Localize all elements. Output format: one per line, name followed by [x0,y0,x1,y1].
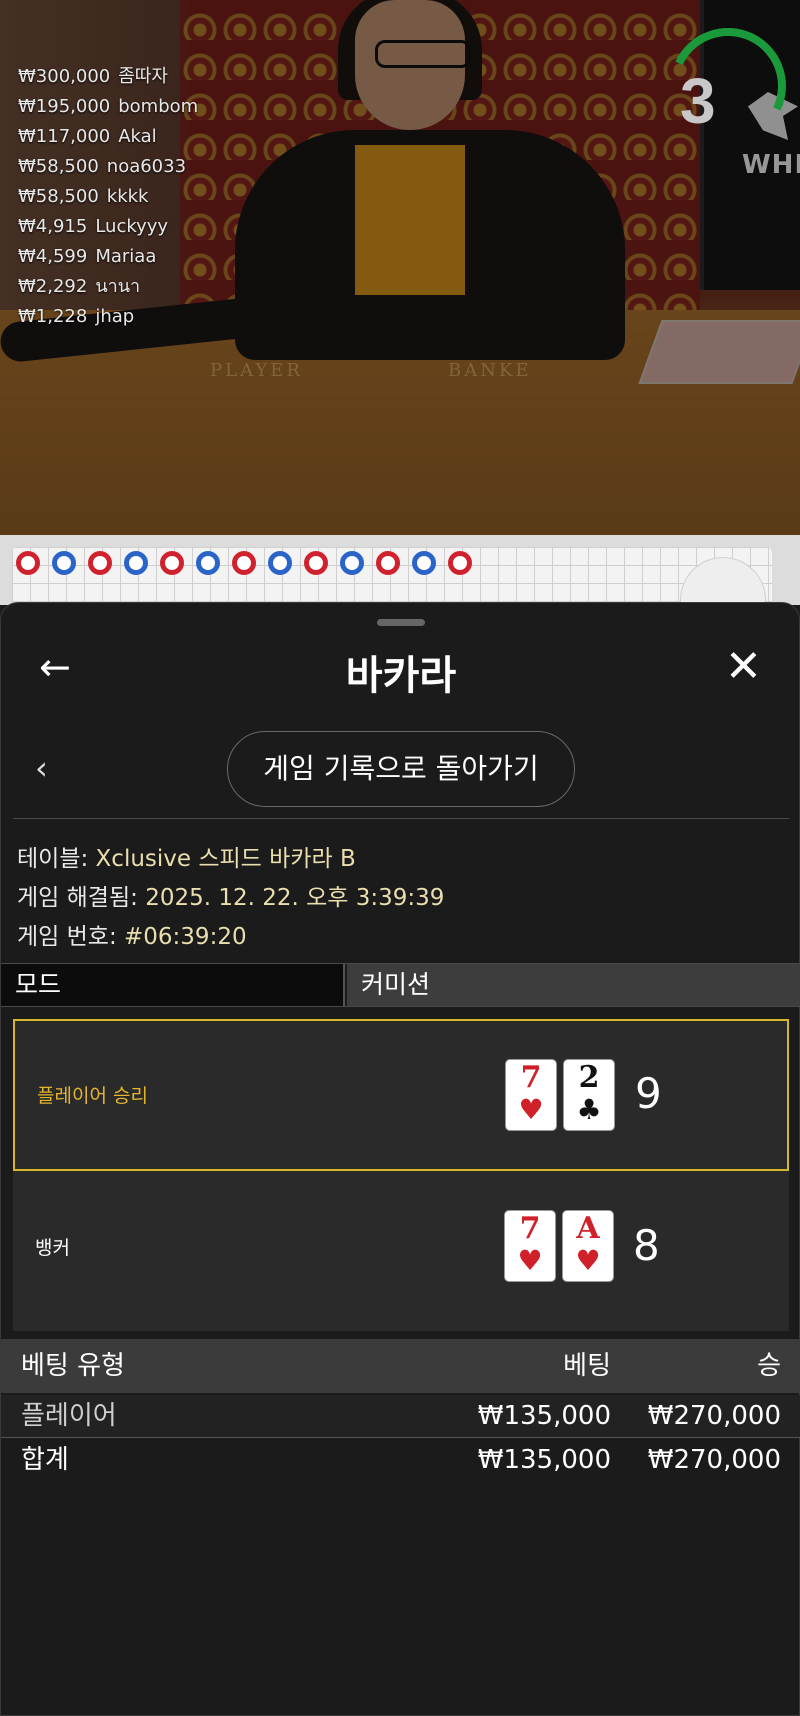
mode-value: 커미션 [347,964,800,1006]
playing-card: 7 ♥ [504,1210,556,1282]
game-history-sheet: ← 바카라 ✕ ‹ 게임 기록으로 돌아가기 테이블: Xclusive 스피드… [0,602,800,1716]
game-number-value: #06:39:20 [124,924,247,950]
close-icon[interactable]: ✕ [725,641,762,692]
winner-entry: ₩2,292 นานา [18,272,198,302]
card-suit: ♣ [576,1093,602,1126]
card-rank: 7 [519,1211,541,1246]
bet-type: 플레이어 [21,1401,117,1431]
bet-amount: ₩135,000 [477,1401,611,1431]
chevron-left-icon[interactable]: ‹ [35,749,48,787]
divider [13,818,789,819]
winner-entry: ₩195,000 bombom [18,92,198,122]
bead-road-mark [304,551,328,575]
winner-entry: ₩4,599 Mariaa [18,242,198,272]
winners-list: ₩300,000 좀따자 ₩195,000 bombom ₩117,000 Akal ₩58… [18,62,198,332]
result-score: 8 [633,1221,660,1270]
back-to-history-button[interactable]: 게임 기록으로 돌아가기 [227,731,575,807]
table-row: 플레이어 ₩135,000 ₩270,000 [1,1395,800,1437]
resolved-info: 게임 해결됨: 2025. 12. 22. 오후 3:39:39 [17,878,444,912]
winner-amount: ₩4,915 [18,216,88,237]
bead-road-mark [196,551,220,575]
road-grid [12,547,772,605]
winner-entry: ₩1,228 jhap [18,302,198,332]
bead-road-mark [88,551,112,575]
total-row: 합계 ₩135,000 ₩270,000 [1,1439,800,1481]
win-amount: ₩270,000 [647,1401,781,1431]
sheet-handle[interactable] [377,619,425,626]
col-bet: 베팅 [563,1351,611,1381]
bead-road-mark [124,551,148,575]
winner-amount: ₩300,000 [18,66,111,87]
card-rank: A [576,1211,600,1246]
winner-entry: ₩58,500 noa6033 [18,152,198,182]
total-bet: ₩135,000 [477,1445,611,1475]
winner-name: นานา [95,276,141,297]
bets-table-header: 베팅 유형 베팅 승 [1,1339,800,1393]
card-rank: 7 [520,1060,542,1095]
winner-name: noa6033 [106,156,187,177]
winner-entry: ₩117,000 Akal [18,122,198,152]
winner-entry: ₩300,000 좀따자 [18,62,198,92]
winner-amount: ₩195,000 [18,96,111,117]
result-label: 플레이어 승리 [37,1085,148,1107]
playing-card: 7 ♥ [505,1059,557,1131]
result-row-banker: 뱅커 7 ♥ A ♥ 8 [13,1173,789,1325]
playing-card: A ♥ [562,1210,614,1282]
bead-road: ︿ [0,535,800,605]
card-suit: ♥ [575,1244,601,1277]
table-label: 테이블: [17,846,89,872]
winner-amount: ₩58,500 [18,156,99,177]
bead-road-mark [160,551,184,575]
game-number-info: 게임 번호: #06:39:20 [17,917,247,951]
winner-name: 좀따자 [118,66,168,87]
result-score: 9 [635,1069,662,1118]
result-row-player: 플레이어 승리 7 ♥ 2 ♣ 9 [13,1019,789,1171]
mode-label: 모드 [1,964,345,1006]
winner-name: Akal [118,126,157,147]
winner-amount: ₩2,292 [18,276,88,297]
result-label: 뱅커 [35,1237,70,1259]
winner-name: jhap [95,306,135,327]
card-suit: ♥ [517,1244,543,1277]
countdown-timer: 3 [680,65,716,137]
total-win: ₩270,000 [647,1445,781,1475]
winner-amount: ₩117,000 [18,126,111,147]
playing-card: 2 ♣ [563,1059,615,1131]
total-label: 합계 [21,1445,69,1475]
game-number-label: 게임 번호: [17,924,117,950]
sheet-title: 바카라 [345,653,457,699]
col-win: 승 [757,1351,781,1381]
bead-road-mark [52,551,76,575]
card-suit: ♥ [518,1093,544,1126]
winner-amount: ₩4,599 [18,246,88,267]
mode-row: 모드 커미션 [1,963,800,1007]
bead-road-mark [268,551,292,575]
table-value: Xclusive 스피드 바카라 B [95,846,356,872]
winner-name: Mariaa [95,246,157,267]
winner-entry: ₩4,915 Luckyyy [18,212,198,242]
winner-amount: ₩58,500 [18,186,99,207]
bead-road-mark [340,551,364,575]
bead-road-mark [376,551,400,575]
divider [1,1437,800,1438]
col-bet-type: 베팅 유형 [21,1351,125,1381]
card-rank: 2 [578,1060,600,1095]
game-result: 플레이어 승리 7 ♥ 2 ♣ 9 뱅커 7 ♥ A ♥ 8 [13,1019,789,1331]
table-info: 테이블: Xclusive 스피드 바카라 B [17,839,356,873]
winner-entry: ₩58,500 kkkk [18,182,198,212]
bead-road-mark [232,551,256,575]
winner-name: bombom [118,96,199,117]
live-video: WHITA PLAYER BANKE ₩300,000좀따자₩195,000bo… [0,0,800,535]
winner-name: Luckyyy [95,216,169,237]
resolved-label: 게임 해결됨: [17,885,138,911]
bead-road-mark [16,551,40,575]
resolved-value: 2025. 12. 22. 오후 3:39:39 [145,885,445,911]
bead-road-mark [412,551,436,575]
winner-name: kkkk [106,186,149,207]
bead-road-mark [448,551,472,575]
winner-amount: ₩1,228 [18,306,88,327]
